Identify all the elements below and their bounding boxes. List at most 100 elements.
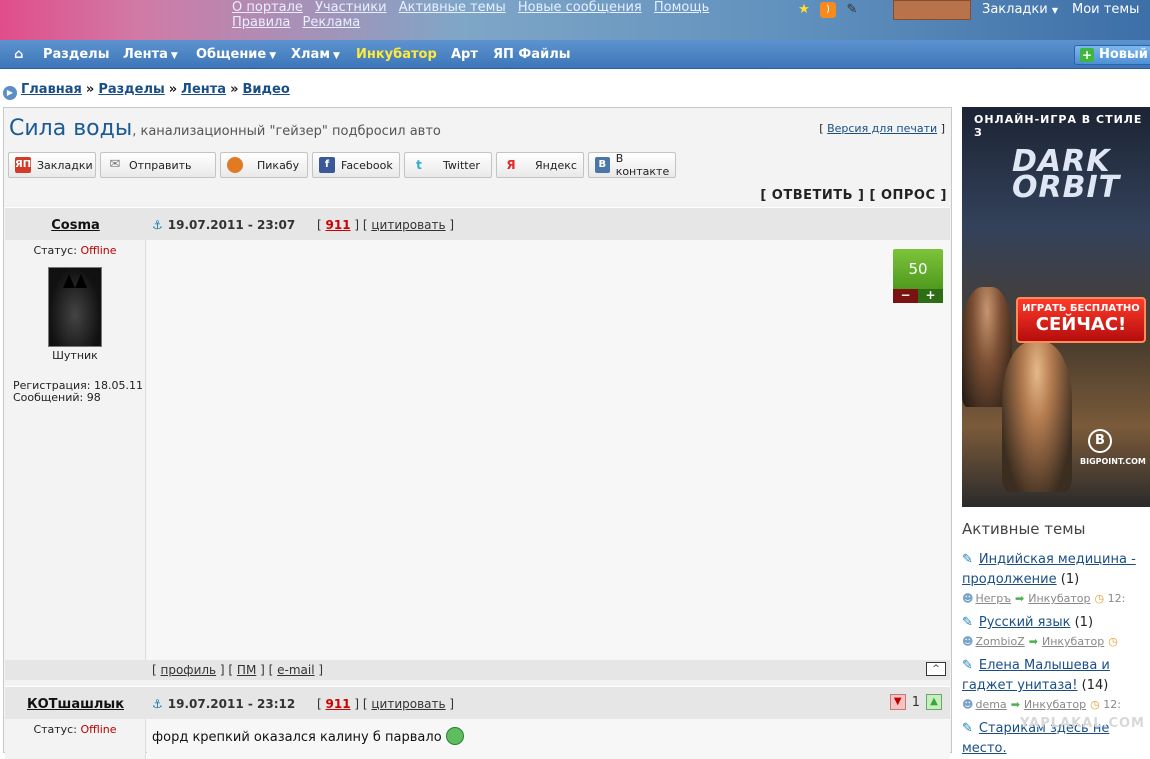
nav-incubator[interactable]: Инкубатор — [356, 47, 437, 62]
vote-up-button[interactable]: + — [918, 289, 943, 303]
facebook-icon: f — [319, 157, 335, 173]
author-status: Статус: Offline — [33, 244, 117, 257]
rating-value: 50 — [893, 249, 943, 289]
author-rank: Шутник — [52, 349, 98, 362]
arrow-right-icon: ➡ — [1010, 698, 1020, 711]
nav-files[interactable]: ЯП Файлы — [493, 47, 570, 62]
post-votes: ▼ 1 ▲ — [889, 694, 942, 710]
home-icon[interactable]: ⌂ — [14, 47, 23, 62]
top-link-ads[interactable]: Реклама — [303, 15, 361, 30]
rating-widget: 50 − + — [893, 249, 943, 303]
clock-icon: ◷ — [1108, 635, 1118, 648]
crumb-home[interactable]: Главная — [21, 82, 82, 97]
topic-meta: ☻ Негръ ➡ Инкубатор ◷ 12: — [962, 592, 1126, 605]
top-link-help[interactable]: Помощь — [654, 0, 709, 15]
post-meta: [ 911 ] [ цитировать ] — [317, 218, 455, 232]
avatar[interactable] — [48, 267, 102, 347]
ad-title: ОНЛАЙН-ИГРА В СТИЛЕ З — [974, 113, 1143, 139]
topic-meta: ☻ ZombioZ ➡ Инкубатор ◷ — [962, 635, 1118, 648]
arrow-right-icon: ➡ — [1015, 592, 1025, 605]
author-stats: Регистрация: 18.05.11 Сообщений: 98 — [13, 379, 143, 404]
nav-social[interactable]: Общение ▼ — [196, 47, 276, 62]
quote-link[interactable]: цитировать — [371, 218, 445, 232]
ad-figure — [1002, 342, 1072, 492]
vote-down-button[interactable]: − — [893, 289, 918, 303]
share-twitter-button[interactable]: t Twitter — [404, 152, 492, 178]
crumb-feed[interactable]: Лента — [181, 82, 226, 97]
game-ad-banner[interactable]: ОНЛАЙН-ИГРА В СТИЛЕ З DARK ORBIT ИГРАТЬ … — [962, 107, 1150, 507]
nav-junk[interactable]: Хлам ▼ — [291, 47, 340, 62]
email-link[interactable]: e-mail — [277, 663, 314, 677]
reply-poll-links[interactable]: [ ОТВЕТИТЬ ] [ ОПРОС ] — [760, 188, 947, 203]
scroll-top-button[interactable]: ^ — [926, 662, 946, 676]
top-link-rules[interactable]: Правила — [232, 15, 290, 30]
top-link-members[interactable]: Участники — [315, 0, 387, 15]
post-meta: [ 911 ] [ цитировать ] — [317, 697, 455, 711]
mail-icon: ✉ — [109, 157, 121, 172]
my-topics-link[interactable]: Мои темы — [1072, 2, 1139, 17]
user-icon: ☻ — [962, 698, 974, 711]
top-link-about[interactable]: О портале — [232, 0, 303, 15]
thumb-down-icon[interactable]: ▼ — [889, 694, 906, 710]
crumb-sections[interactable]: Разделы — [98, 82, 164, 97]
topic-meta: ☻ dema ➡ Инкубатор ◷ 12: — [962, 698, 1121, 711]
share-pikabu-button[interactable]: Пикабу — [220, 152, 308, 178]
share-bookmarks-button[interactable]: ЯП Закладки — [8, 152, 96, 178]
user-avatar[interactable] — [893, 0, 971, 20]
star-icon[interactable]: ★ — [796, 2, 812, 18]
crumb-video[interactable]: Видео — [242, 82, 289, 97]
post-author[interactable]: Cosma — [5, 218, 146, 233]
user-icon: ☻ — [962, 635, 974, 648]
post-author-info: Статус: Offline — [5, 719, 146, 759]
chevron-down-icon: ▼ — [170, 51, 178, 61]
new-topic-button[interactable]: + Новый — [1074, 45, 1150, 65]
thumb-up-icon[interactable]: ▲ — [926, 694, 942, 710]
share-send-button[interactable]: ✉ Отправить — [100, 152, 216, 178]
nav-sections[interactable]: Разделы — [43, 47, 109, 62]
post-text: форд крепкий оказался калину б парвало — [152, 727, 464, 745]
arrow-right-icon: ➡ — [1028, 635, 1038, 648]
topic-container: Сила воды, канализационный "гейзер" подб… — [3, 107, 952, 759]
ad-play-button[interactable]: ИГРАТЬ БЕСПЛАТНО СЕЙЧАС! — [1016, 297, 1146, 343]
print-version[interactable]: [ Версия для печати ] — [819, 122, 945, 135]
share-bar: ЯП Закладки ✉ Отправить Пикабу f Facebook t… — [8, 152, 676, 178]
top-icons: ★ ) ✎ — [796, 2, 860, 18]
share-facebook-button[interactable]: f Facebook — [312, 152, 400, 178]
pikabu-icon — [227, 157, 243, 173]
post-footer-links: [ профиль ] [ ПМ ] [ e-mail ] — [152, 663, 324, 677]
post-author[interactable]: КОТшашлык — [5, 697, 146, 712]
profile-link[interactable]: профиль — [161, 663, 217, 677]
sidebar-header: Активные темы — [962, 520, 1086, 538]
pm-link[interactable]: ПМ — [237, 663, 256, 677]
rss-icon[interactable]: ) — [820, 2, 836, 18]
post-number[interactable]: 911 — [326, 218, 351, 232]
pencil-icon[interactable]: ✎ — [844, 2, 860, 18]
twitter-icon: t — [416, 158, 422, 172]
pin-icon: ✎ — [962, 552, 973, 567]
share-vk-button[interactable]: BВ контакте — [588, 152, 676, 178]
page-title: Сила воды, канализационный "гейзер" подб… — [9, 116, 441, 141]
quote-link[interactable]: цитировать — [371, 697, 445, 711]
share-yandex-button[interactable]: Я Яндекс — [496, 152, 584, 178]
post-number[interactable]: 911 — [326, 697, 351, 711]
ad-logo: DARK ORBIT — [1012, 144, 1121, 205]
post-header: КОТшашлык ⚓ 19.07.2011 - 23:12 [ 911 ] [ … — [5, 686, 950, 719]
chevron-down-icon: ▼ — [269, 51, 277, 61]
main-nav: ⌂ Разделы Лента ▼ Общение ▼ Хлам ▼ Инкубато… — [0, 40, 1150, 69]
bigpoint-logo-icon: B — [1088, 429, 1112, 453]
nav-feed[interactable]: Лента ▼ — [123, 47, 178, 62]
post-body: 50 − + — [147, 240, 950, 660]
pin-icon: ✎ — [962, 615, 973, 630]
active-topic-item: ✎ Русский язык (1) — [962, 615, 1094, 630]
active-topic-item: ✎ Индийская медицина - продолжение (1) — [962, 552, 1136, 587]
post-header: Cosma ⚓ 19.07.2011 - 23:07 [ 911 ] [ цити… — [5, 207, 950, 240]
post-body: форд крепкий оказался калину б парвало — [147, 719, 950, 759]
plus-icon: + — [1080, 48, 1094, 62]
anchor-icon: ⚓ — [152, 218, 163, 232]
top-link-new[interactable]: Новые сообщения — [518, 0, 642, 15]
yandex-icon: Я — [506, 158, 516, 172]
nav-art[interactable]: Арт — [451, 47, 478, 62]
top-link-active[interactable]: Активные темы — [399, 0, 506, 15]
breadcrumb: ▶ Главная» Разделы» Лента» Видео — [3, 82, 290, 100]
bookmarks-menu[interactable]: Закладки ▼ — [982, 2, 1058, 17]
